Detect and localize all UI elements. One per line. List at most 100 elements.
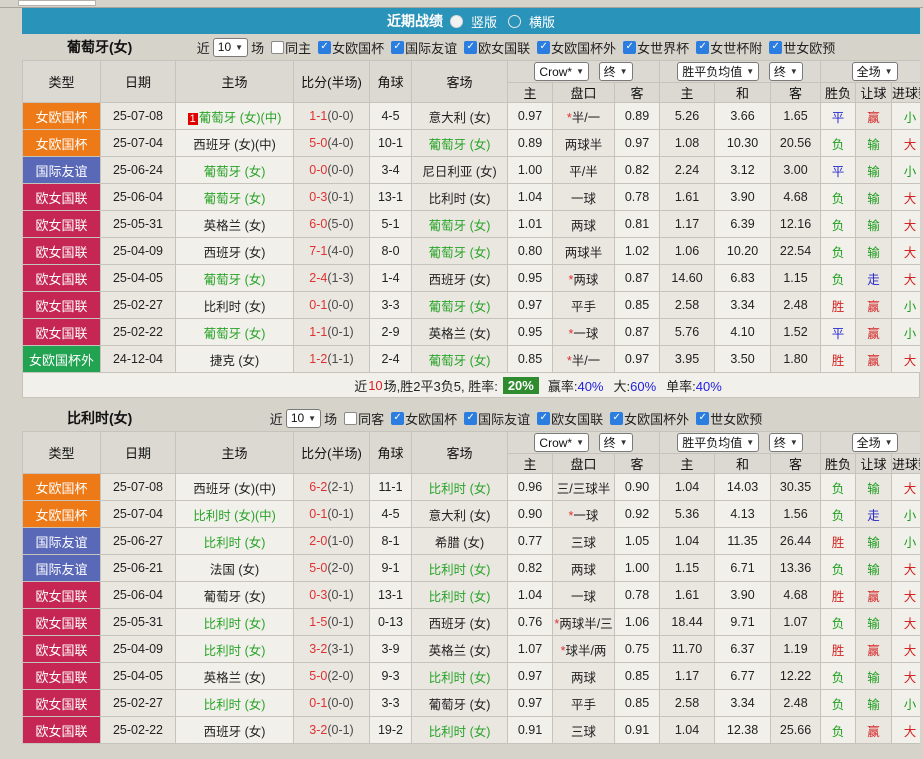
scope-group-header: 全场 ▼ [820, 60, 920, 83]
score-cell: 6-2(2-1) [293, 473, 370, 501]
goals-result-cell: 大 [891, 237, 920, 265]
horizontal-layout-label[interactable]: 横版 [529, 12, 555, 31]
avg-home-cell: 1.17 [659, 662, 716, 690]
match-type-cell: 国际友谊 [22, 527, 101, 555]
fulltime-score: 2-4 [309, 271, 328, 285]
league-checkbox[interactable]: ✓ [537, 40, 551, 54]
col-handicap-header: 盘口 [552, 82, 615, 103]
away-team-cell: 比利时 (女) [411, 662, 508, 690]
date-cell: 25-02-22 [100, 716, 176, 744]
handicap-result-cell: 赢 [855, 318, 893, 346]
avg-draw-cell: 6.83 [714, 264, 772, 292]
fulltime-select[interactable]: 全场 ▼ [851, 62, 898, 81]
goals-result-cell: 小 [891, 291, 920, 319]
vertical-layout-radio[interactable] [449, 14, 463, 28]
avg-away-cell: 12.16 [770, 210, 822, 238]
match-row: 欧女国联 25-05-31 比利时 (女) 1-5(0-1) 0-13 西班牙 (女) 0.… [22, 608, 920, 636]
home-odds-cell: 0.95 [507, 318, 553, 346]
home-team-cell: 英格兰 (女) [175, 210, 294, 238]
fulltime-score: 0-3 [309, 588, 328, 602]
fulltime-score: 0-1 [309, 696, 328, 710]
col-corner-header: 角球 [369, 60, 412, 103]
final-odds-select[interactable]: 终 ▼ [598, 61, 633, 81]
horizontal-layout-radio[interactable] [508, 14, 521, 28]
away-team-cell: 希腊 (女) [411, 527, 508, 555]
date-cell: 25-04-05 [100, 264, 176, 292]
corner-cell: 10-1 [369, 129, 412, 157]
away-odds-cell: 0.97 [613, 345, 661, 373]
final-avg-select[interactable]: 终 ▼ [768, 433, 803, 452]
col-home-header: 主场 [175, 60, 294, 103]
date-cell: 25-06-04 [100, 183, 176, 211]
same-venue-checkbox[interactable] [344, 411, 358, 425]
league-checkbox[interactable]: ✓ [464, 40, 478, 54]
avg-away-cell: 22.54 [770, 237, 822, 265]
fulltime-select[interactable]: 全场 ▼ [851, 433, 898, 452]
date-cell: 25-07-08 [100, 473, 176, 501]
avg-odds-select[interactable]: 胜平负均值 ▼ [677, 62, 760, 81]
avg-away-cell: 1.15 [770, 264, 822, 292]
recent-count-select[interactable]: 10 ▼ [285, 408, 322, 428]
handicap-cell: 两球 [552, 210, 615, 238]
home-team-name: 葡萄牙 (女) [203, 191, 266, 206]
home-team-cell: 葡萄牙 (女) [175, 156, 294, 184]
date-cell: 25-06-27 [100, 527, 176, 555]
col-avg-away-header: 客 [770, 453, 822, 474]
section-header-portugal: 葡萄牙(女) 近 10 ▼ 场同主 ✓ 女欧国杯 ✓ 国际友谊 ✓ 欧女国联 ✓ 女欧国杯外 ✓ 女世界杯… [22, 34, 920, 60]
league-checkbox[interactable]: ✓ [610, 411, 624, 425]
col-away-header: 客场 [411, 60, 508, 103]
league-checkbox[interactable]: ✓ [391, 40, 405, 54]
same-venue-checkbox[interactable] [271, 40, 285, 54]
match-type-cell: 女欧国杯 [22, 129, 101, 157]
bookmaker-select[interactable]: Crow* ▼ [534, 433, 590, 453]
handicap-cell: 三球 [552, 716, 615, 744]
home-team-name: 葡萄牙 (女) [203, 589, 266, 604]
avg-draw-cell: 3.34 [714, 291, 772, 319]
results-table-portugal: 类型 日期 主场 比分(半场) 角球 客场 Crow* ▼ 终 ▼ 胜平负均值 ▼ 终… [22, 60, 920, 373]
result-cell: 负 [820, 689, 857, 717]
col-type-header: 类型 [22, 60, 101, 103]
away-team-cell: 意大利 (女) [411, 500, 508, 528]
halftime-score: (3-1) [327, 642, 354, 656]
home-team-name: 葡萄牙 (女) [203, 272, 266, 287]
league-checkbox[interactable]: ✓ [769, 40, 783, 54]
away-team-cell: 葡萄牙 (女) [411, 345, 508, 373]
chevron-down-icon: ▼ [746, 438, 755, 447]
final-odds-select[interactable]: 终 ▼ [598, 432, 633, 452]
handicap-result-cell: 赢 [855, 345, 893, 373]
avg-odds-select[interactable]: 胜平负均值 ▼ [677, 433, 760, 452]
away-odds-cell: 0.91 [613, 716, 661, 744]
goals-result-cell: 小 [891, 527, 920, 555]
summary-stat-value: 60% [630, 378, 657, 394]
date-cell: 25-05-31 [100, 608, 176, 636]
league-checkbox[interactable]: ✓ [623, 40, 637, 54]
bookmaker-select[interactable]: Crow* ▼ [534, 62, 590, 82]
date-cell: 25-06-24 [100, 156, 176, 184]
vertical-layout-label[interactable]: 竖版 [471, 12, 497, 31]
league-checkbox[interactable]: ✓ [696, 411, 710, 425]
date-cell: 25-02-27 [100, 689, 176, 717]
final-avg-select[interactable]: 终 ▼ [768, 62, 803, 81]
col-avg-draw-header: 和 [714, 82, 772, 103]
result-cell: 胜 [820, 635, 857, 663]
halftime-score: (1-1) [327, 352, 354, 366]
league-checkbox[interactable]: ✓ [464, 411, 478, 425]
league-checkbox[interactable]: ✓ [537, 411, 551, 425]
handicap-result-cell: 赢 [855, 291, 893, 319]
goals-result-cell: 大 [891, 264, 920, 292]
league-checkbox[interactable]: ✓ [391, 411, 405, 425]
result-cell: 胜 [820, 527, 857, 555]
handicap-text: 球半/两 [565, 643, 607, 658]
handicap-result-cell: 输 [855, 473, 893, 501]
avg-home-cell: 1.08 [659, 129, 716, 157]
recent-count-select[interactable]: 10 ▼ [212, 37, 249, 57]
league-checkbox[interactable]: ✓ [318, 40, 332, 54]
score-cell: 3-2(0-1) [293, 716, 370, 744]
score-cell: 1-5(0-1) [293, 608, 370, 636]
home-team-name: 英格兰 (女) [203, 670, 266, 685]
away-team-name: 比利时 (女) [428, 670, 491, 685]
match-row: 欧女国联 25-06-04 葡萄牙 (女) 0-3(0-1) 13-1 比利时 (女) 1.… [22, 581, 920, 609]
corner-cell: 9-1 [369, 554, 412, 582]
league-checkbox[interactable]: ✓ [696, 40, 710, 54]
score-cell: 1-2(1-1) [293, 345, 370, 373]
